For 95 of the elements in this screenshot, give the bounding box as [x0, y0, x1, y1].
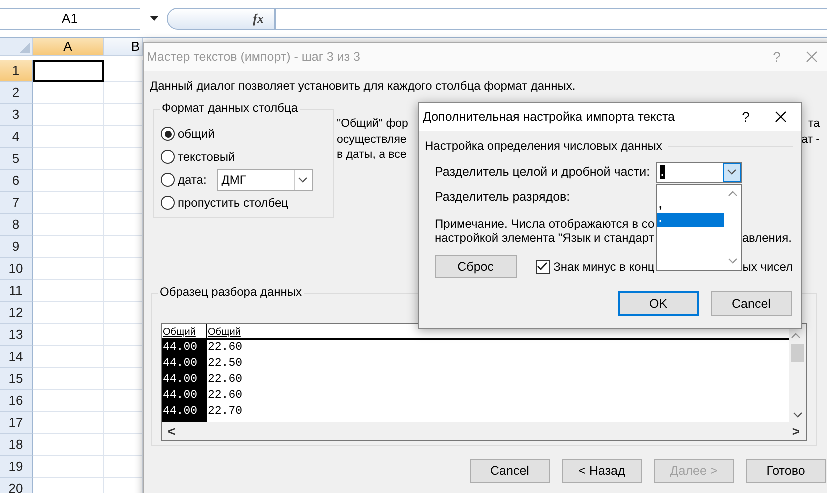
note-text: настройкой элемента "Язык и стандарт [435, 231, 654, 245]
option-label[interactable]: текстовый [178, 150, 236, 164]
dialog-button[interactable]: OK [618, 291, 699, 316]
name-box[interactable]: A1 [0, 8, 140, 30]
dialog-button[interactable]: Cancel [711, 291, 792, 316]
formula-field[interactable] [275, 8, 827, 30]
option-label[interactable]: дата: [178, 173, 207, 187]
row-header[interactable]: 7 [0, 192, 33, 214]
dialog-button[interactable]: Cancel [470, 459, 550, 483]
description-text: "Общий" фор [337, 117, 408, 132]
grid-cell[interactable] [33, 236, 104, 258]
row-header[interactable]: 6 [0, 170, 33, 192]
intro-text: Данный диалог позволяет установить для каждого столбца формат данных. [150, 79, 577, 95]
row-header[interactable]: 16 [0, 390, 33, 412]
group-legend: Образец разбора данных [158, 285, 304, 299]
row-header[interactable]: 19 [0, 456, 33, 478]
insert-function-button[interactable]: fx [167, 8, 275, 30]
group-legend: Формат данных столбца [160, 101, 300, 115]
row-header[interactable]: 1 [0, 60, 33, 82]
radio-button[interactable] [161, 173, 175, 187]
note-text: авления. [742, 231, 792, 245]
checkbox[interactable] [536, 260, 550, 274]
row-header[interactable]: 5 [0, 148, 33, 170]
row-header[interactable]: 3 [0, 104, 33, 126]
field-label: Разделитель разрядов: [435, 190, 572, 204]
group-legend: Настройка определения числовых данных [425, 139, 662, 153]
grid-cell[interactable] [33, 148, 104, 170]
grid-cell[interactable] [33, 280, 104, 302]
grid-cell[interactable] [33, 412, 104, 434]
chevron-down-icon [792, 412, 802, 418]
window-title: Мастер текстов (импорт) - шаг 3 из 3 [147, 50, 362, 64]
row-header[interactable]: 17 [0, 412, 33, 434]
dialog-button[interactable]: Готово [746, 459, 826, 483]
row-header[interactable]: 20 [0, 478, 33, 493]
checkbox-label[interactable]: Знак минус в конц [554, 260, 655, 274]
row-header[interactable]: 13 [0, 324, 33, 346]
grid-cell[interactable] [33, 126, 104, 148]
grid-cell[interactable] [33, 434, 104, 456]
dialog-button[interactable]: < Назад [562, 459, 642, 483]
grid-cell[interactable] [33, 346, 104, 368]
option-label[interactable]: пропустить столбец [178, 196, 289, 210]
row-header[interactable]: 14 [0, 346, 33, 368]
reset-button[interactable]: Сброс [435, 255, 517, 278]
row-header[interactable]: 11 [0, 280, 33, 302]
checkbox-label[interactable]: ых чисел [742, 260, 793, 274]
grid-cell[interactable] [33, 192, 104, 214]
chevron-up-icon [791, 333, 801, 339]
grid-cell[interactable] [33, 390, 104, 412]
grid-cell[interactable] [33, 170, 104, 192]
close-icon [775, 111, 787, 123]
option-label[interactable]: общий [178, 127, 215, 141]
description-text: осуществляе [337, 132, 407, 148]
row-header[interactable]: 12 [0, 302, 33, 324]
chevron-up-icon [728, 190, 738, 196]
chevron-down-icon [727, 169, 737, 175]
help-button[interactable]: ? [731, 109, 761, 125]
description-text: та [808, 117, 820, 132]
scrollbar-thumb[interactable] [791, 344, 804, 362]
caret-icon[interactable] [150, 16, 159, 21]
close-icon [806, 51, 818, 63]
grid-cell[interactable] [33, 368, 104, 390]
column-header[interactable]: A [33, 38, 104, 56]
corner-triangle-icon [20, 43, 30, 53]
chevron-down-icon [298, 177, 308, 183]
row-header[interactable]: 10 [0, 258, 33, 280]
row-header[interactable]: 15 [0, 368, 33, 390]
grid-cell[interactable] [33, 104, 104, 126]
grid-cell[interactable] [33, 214, 104, 236]
column-header[interactable]: B [104, 38, 143, 56]
note-text: Примечание. Числа отображаются в со [435, 217, 655, 231]
row-header[interactable]: 9 [0, 236, 33, 258]
preview-column[interactable]: Общий 44.00 44.00 44.00 44.00 44.00 [162, 324, 207, 422]
description-text: в даты, а все [337, 148, 407, 163]
row-header[interactable]: 2 [0, 82, 33, 104]
select-all-corner[interactable] [0, 38, 33, 56]
field-label: Разделитель целой и дробной части: [435, 165, 652, 179]
grid-cell[interactable] [33, 324, 104, 346]
date-format-select[interactable]: ДМГ [216, 169, 313, 191]
grid-cell[interactable] [33, 82, 104, 104]
active-cell[interactable] [33, 60, 104, 82]
decimal-separator-combo[interactable]: . [656, 162, 742, 182]
description-text: ат - [802, 132, 820, 148]
row-header[interactable]: 18 [0, 434, 33, 456]
grid-cell[interactable] [33, 456, 104, 478]
dialog-title: Дополнительная настройка импорта текста [423, 110, 676, 124]
list-option[interactable]: . [657, 212, 724, 226]
radio-button[interactable] [161, 150, 175, 164]
radio-button[interactable] [161, 127, 175, 141]
row-header[interactable]: 4 [0, 126, 33, 148]
grid-cell[interactable] [33, 302, 104, 324]
chevron-down-icon [728, 258, 738, 264]
radio-button[interactable] [161, 196, 175, 210]
grid-cell[interactable] [33, 258, 104, 280]
horizontal-scrollbar[interactable]: < > [162, 422, 806, 440]
row-header[interactable]: 8 [0, 214, 33, 236]
